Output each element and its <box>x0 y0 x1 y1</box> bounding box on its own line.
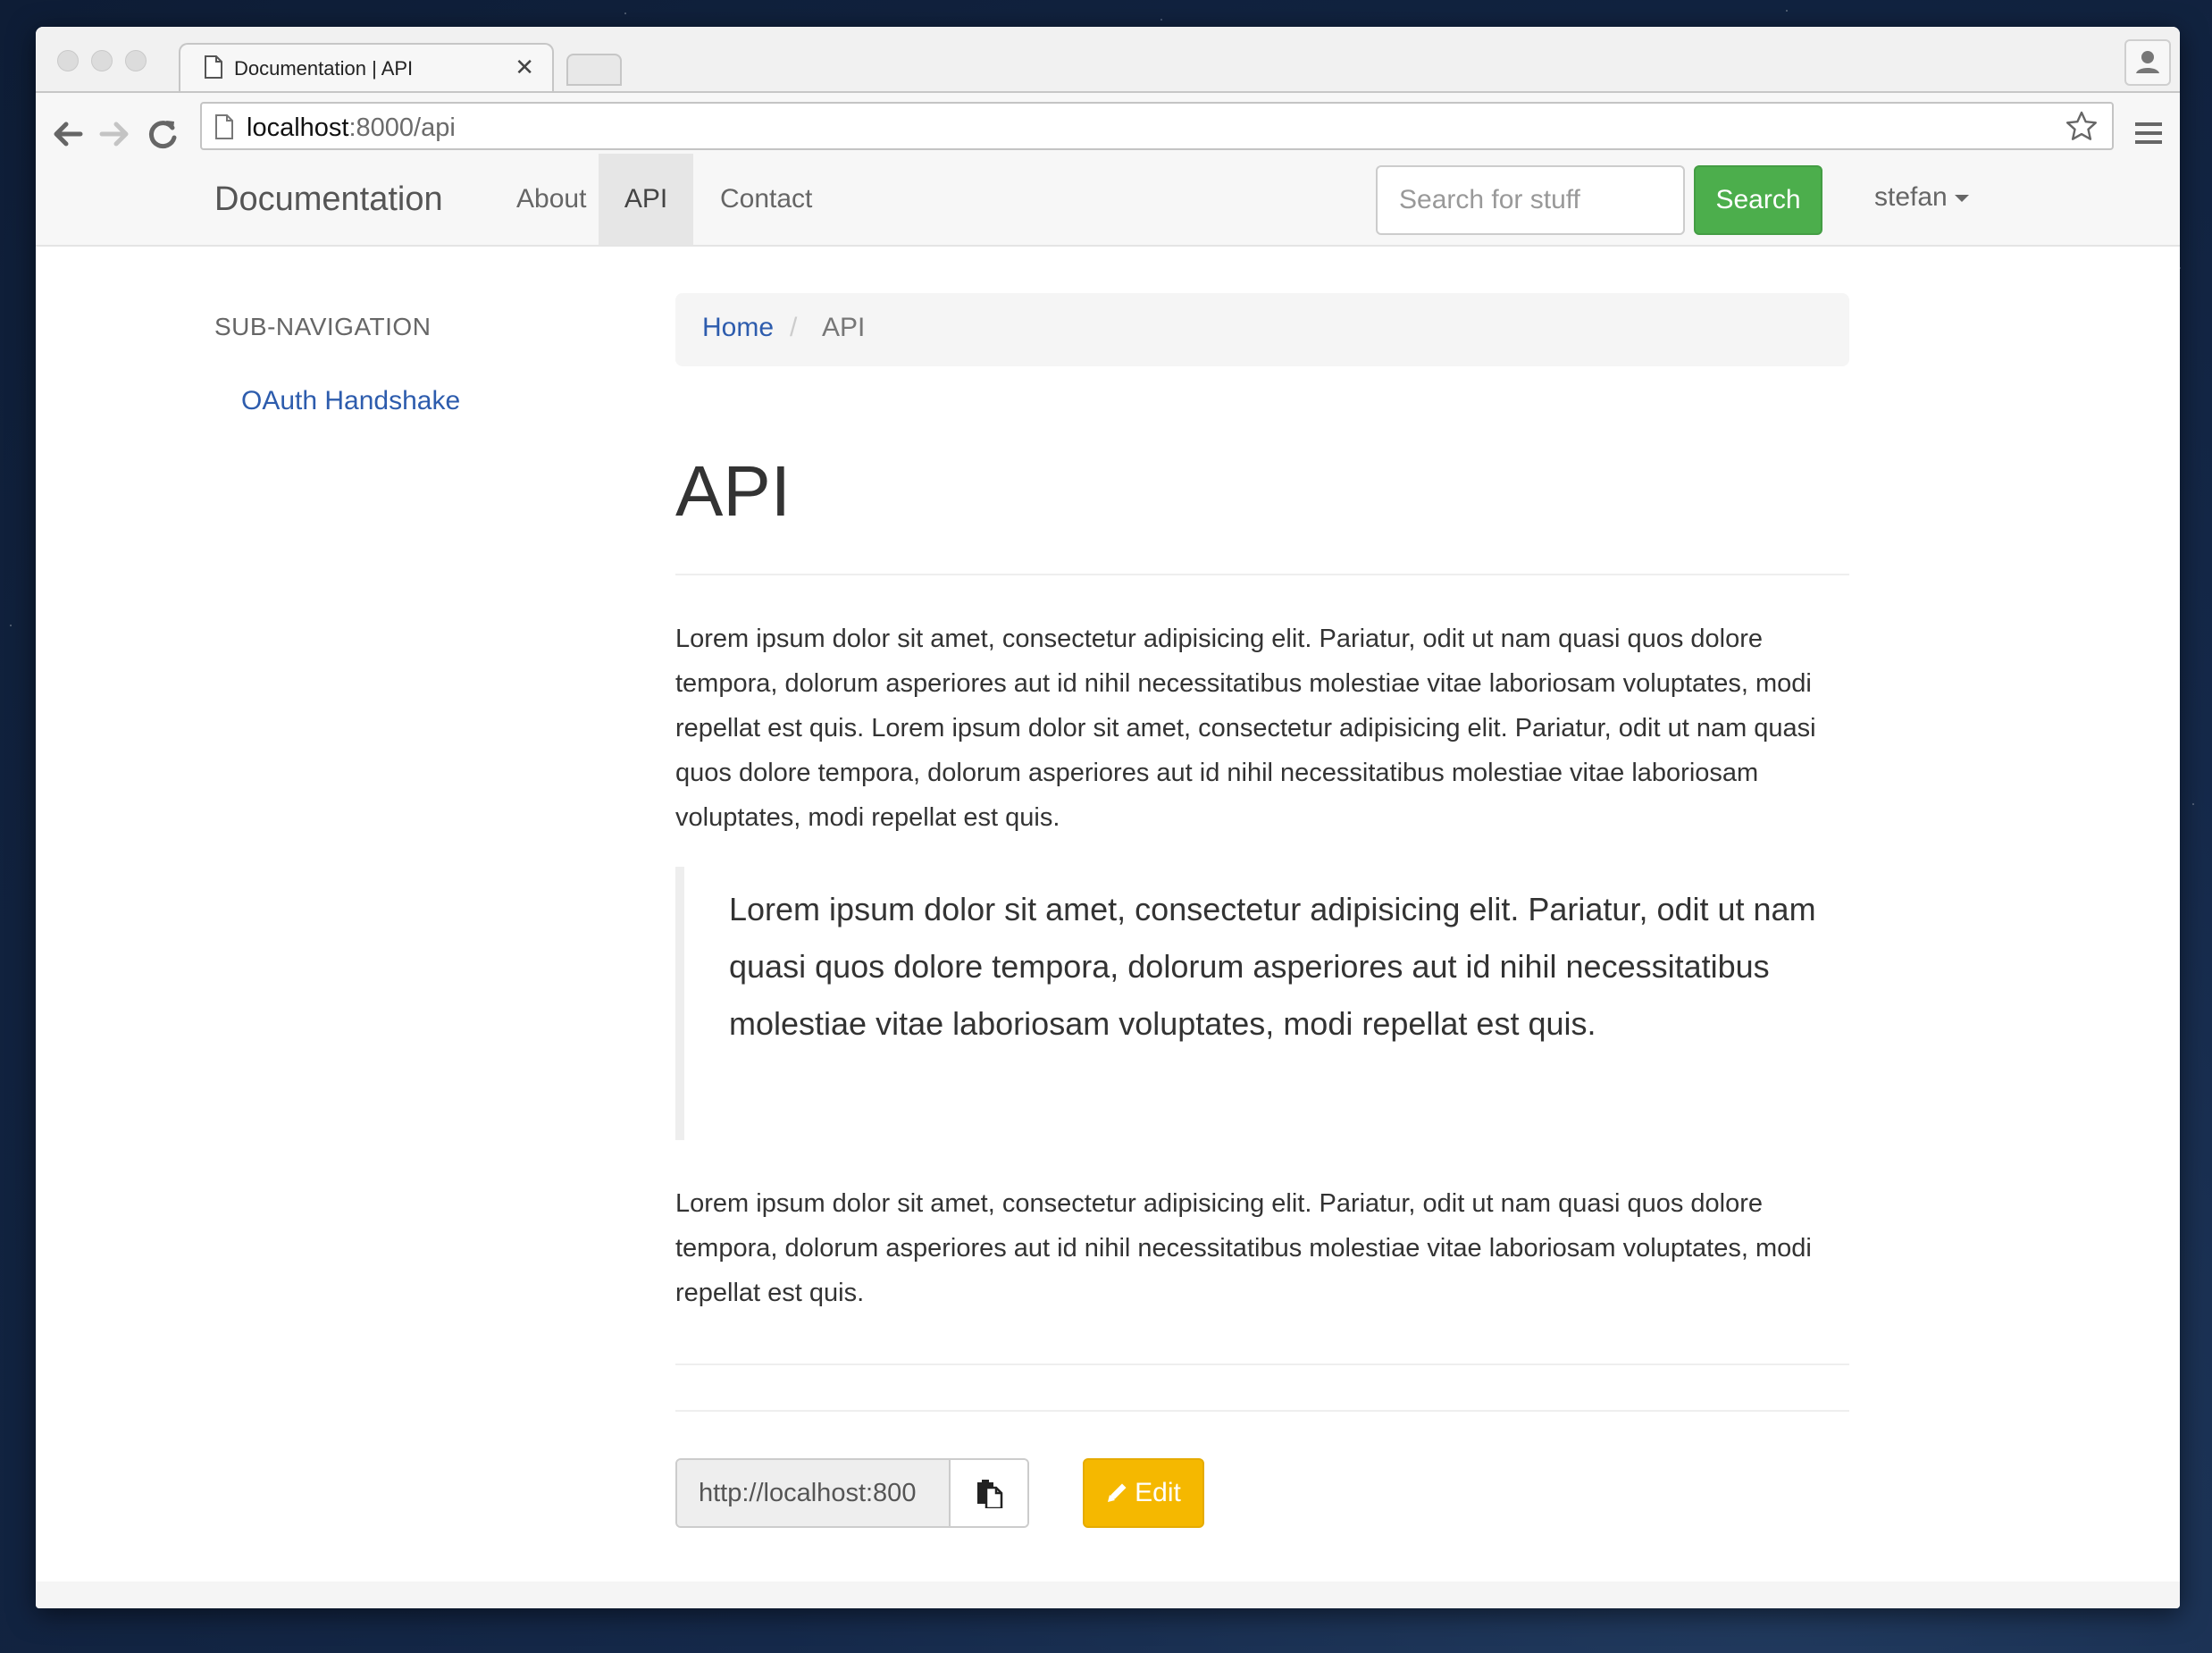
sidebar-heading: SUB-NAVIGATION <box>214 313 432 340</box>
blockquote-text: Lorem ipsum dolor sit amet, consectetur … <box>729 891 1816 1042</box>
copy-button[interactable] <box>951 1460 1027 1526</box>
pencil-icon <box>1108 1483 1127 1502</box>
nav-link-api[interactable]: API <box>599 154 693 245</box>
profile-icon[interactable] <box>2124 39 2171 86</box>
tab-bar: Documentation | API ✕ <box>36 27 2180 93</box>
breadcrumb-current: API <box>822 313 866 342</box>
address-bar[interactable]: localhost:8000/api <box>200 102 2114 150</box>
tab-title: Documentation | API <box>234 57 414 80</box>
menu-icon[interactable] <box>2133 120 2164 147</box>
breadcrumb-separator: / <box>790 313 798 342</box>
star-icon[interactable] <box>2064 109 2099 145</box>
user-menu[interactable]: stefan <box>1874 182 1969 213</box>
new-tab-button[interactable] <box>566 54 622 86</box>
minimize-window-button[interactable] <box>91 50 113 71</box>
close-icon[interactable]: ✕ <box>515 54 534 81</box>
edit-button[interactable]: Edit <box>1083 1458 1204 1528</box>
search-input[interactable]: Search for stuff <box>1376 165 1685 235</box>
content-divider <box>675 1364 1849 1365</box>
second-paragraph: Lorem ipsum dolor sit amet, consectetur … <box>675 1189 1812 1307</box>
nav-link-about[interactable]: About <box>499 154 604 245</box>
edit-label: Edit <box>1135 1478 1181 1507</box>
search-button[interactable]: Search <box>1694 165 1822 235</box>
caret-down-icon <box>1954 195 1969 203</box>
blockquote: Lorem ipsum dolor sit amet, consectetur … <box>675 867 1849 1140</box>
nav-link-contact[interactable]: Contact <box>720 154 812 245</box>
user-name: stefan <box>1874 182 1948 212</box>
site-navbar: Documentation About API Contact Search f… <box>36 154 2180 247</box>
permalink-input[interactable]: http://localhost:800 <box>677 1460 951 1526</box>
sidebar-item-oauth-handshake[interactable]: OAuth Handshake <box>241 386 460 416</box>
page-title: API <box>675 451 791 531</box>
clipboard-icon <box>977 1480 1003 1508</box>
forward-arrow-icon[interactable] <box>95 114 134 154</box>
browser-tab[interactable]: Documentation | API ✕ <box>179 43 554 93</box>
browser-window: Documentation | API ✕ localhost:8000/api… <box>36 27 2180 1608</box>
zoom-window-button[interactable] <box>125 50 147 71</box>
brand-link[interactable]: Documentation <box>214 180 443 219</box>
url-path: :8000/api <box>348 113 456 142</box>
address-text: localhost:8000/api <box>247 113 456 143</box>
breadcrumb: Home / API <box>675 293 1849 366</box>
page-footer <box>36 1582 2180 1608</box>
reload-icon[interactable] <box>143 114 182 154</box>
close-window-button[interactable] <box>57 50 79 71</box>
document-icon <box>205 55 222 79</box>
back-arrow-icon[interactable] <box>48 114 88 154</box>
intro-paragraph: Lorem ipsum dolor sit amet, consectetur … <box>675 625 1816 832</box>
page-icon <box>215 114 233 139</box>
url-host: localhost <box>247 113 349 142</box>
title-divider <box>675 574 1849 575</box>
breadcrumb-home[interactable]: Home <box>702 313 774 343</box>
footer-divider <box>675 1410 1849 1412</box>
permalink-group: http://localhost:800 <box>675 1458 1029 1528</box>
